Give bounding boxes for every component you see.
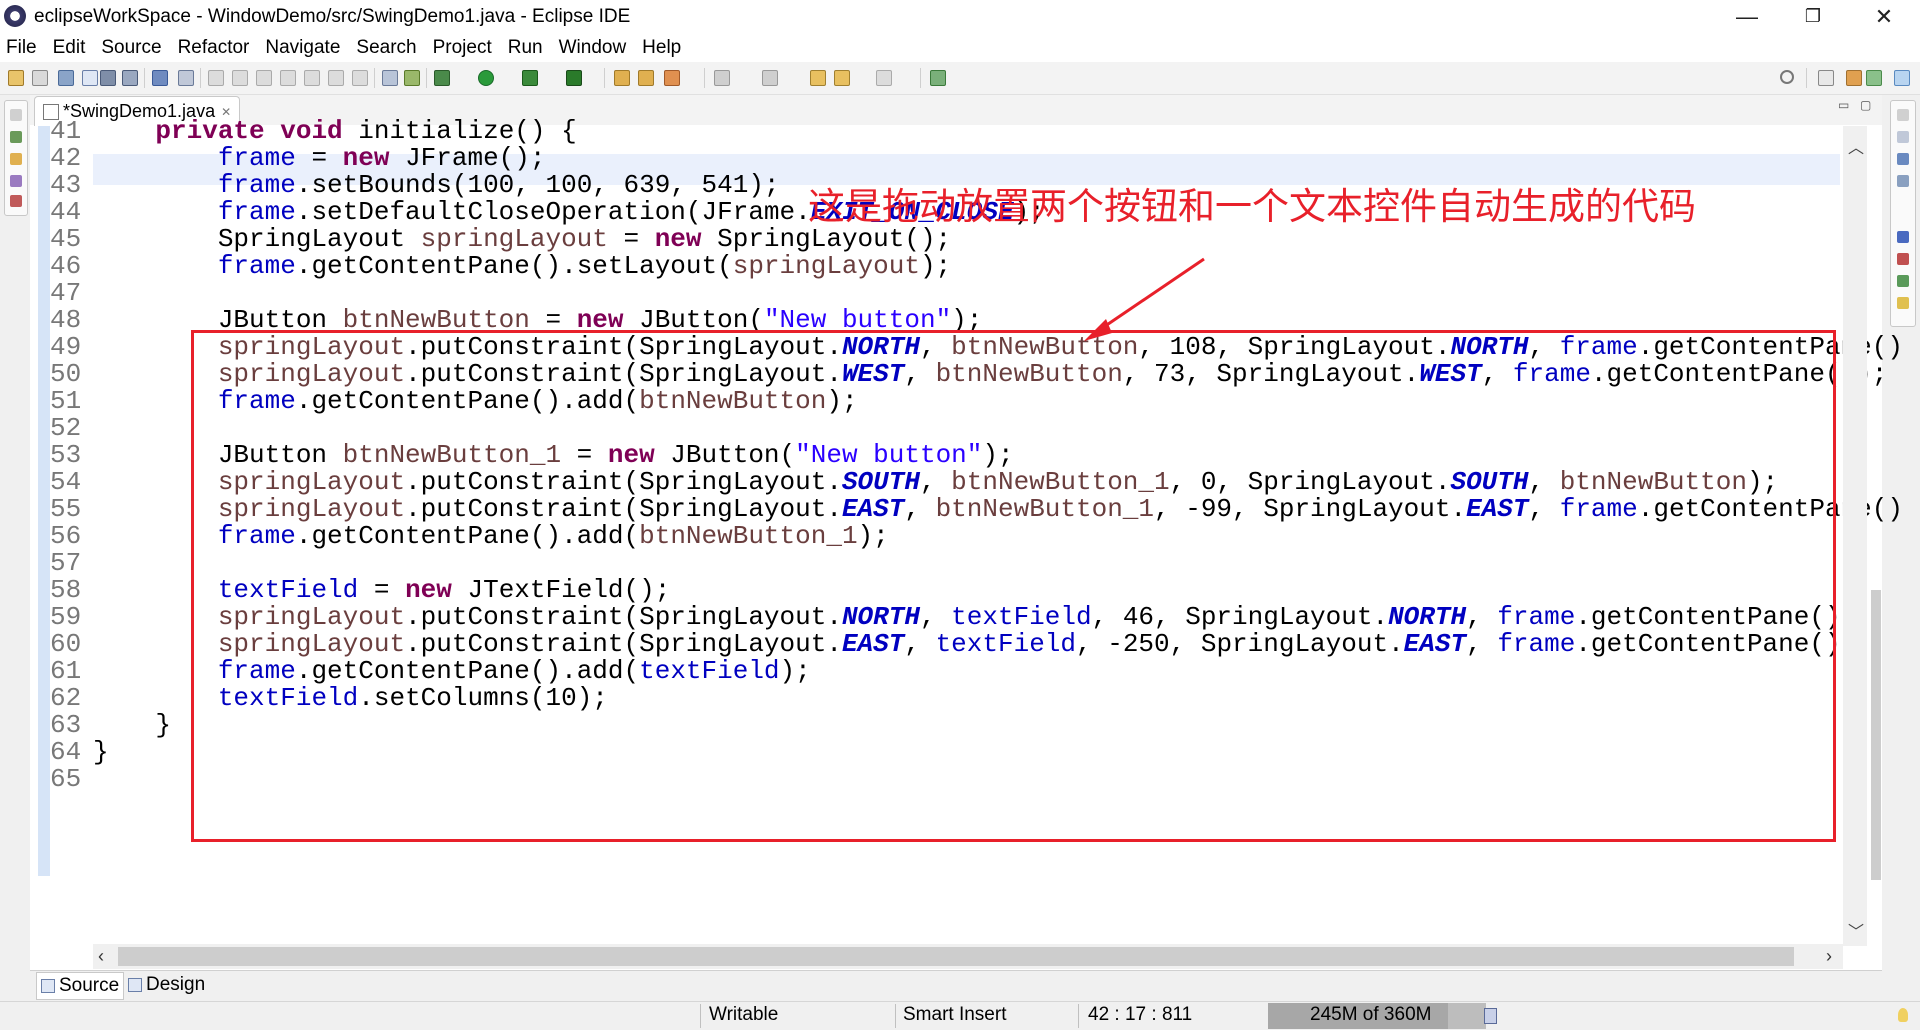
tab-source-label: Source	[59, 975, 120, 996]
new-java-icon[interactable]	[404, 70, 420, 86]
annotation-arrow	[1084, 257, 1205, 341]
window-title: eclipseWorkSpace - WindowDemo/src/SwingD…	[34, 6, 631, 27]
forward-icon[interactable]	[876, 70, 892, 86]
step-over-icon[interactable]	[328, 70, 344, 86]
type-hierarchy-icon[interactable]	[10, 175, 22, 187]
horizontal-scroll-thumb[interactable]	[118, 947, 1794, 966]
save-icon[interactable]	[100, 70, 116, 86]
scroll-up-icon[interactable]: ︿	[1848, 134, 1864, 158]
prev-annotation-icon[interactable]	[762, 70, 778, 86]
new-package-icon[interactable]	[614, 70, 630, 86]
variables-view-icon[interactable]	[1897, 131, 1909, 143]
new-dropdown-icon[interactable]	[32, 70, 48, 86]
menu-edit[interactable]: Edit	[45, 37, 94, 59]
debug-icon[interactable]	[434, 70, 450, 86]
minimized-views-right	[1890, 100, 1916, 327]
run-icon[interactable]	[478, 70, 494, 86]
restore-right-view-icon[interactable]	[1897, 109, 1909, 121]
properties-view-icon[interactable]	[1897, 175, 1909, 187]
minimized-views-left	[4, 100, 28, 216]
tab-design[interactable]: Design	[124, 972, 209, 998]
menu-navigate[interactable]: Navigate	[257, 37, 348, 59]
tab-design-label: Design	[146, 974, 206, 995]
scroll-right-icon[interactable]: ›	[1826, 946, 1832, 967]
menu-source[interactable]: Source	[93, 37, 169, 59]
highlight-box	[191, 330, 1836, 842]
search-tool-icon[interactable]	[664, 70, 680, 86]
menu-file[interactable]: File	[0, 37, 45, 59]
vertical-scrollbar[interactable]	[1843, 126, 1867, 946]
new-icon[interactable]	[8, 70, 24, 86]
terminal-icon[interactable]	[152, 70, 168, 86]
change-ruler	[38, 126, 50, 876]
problems-view-icon[interactable]	[1897, 253, 1909, 265]
outline-view-icon[interactable]	[1897, 153, 1909, 165]
search-icon[interactable]	[1780, 70, 1794, 84]
scroll-left-icon[interactable]: ‹	[98, 946, 104, 967]
eclipse-logo-icon	[4, 5, 26, 27]
menu-window[interactable]: Window	[551, 37, 635, 59]
restore-view-icon[interactable]	[10, 109, 22, 121]
palette-icon[interactable]	[10, 195, 22, 207]
garbage-collect-icon[interactable]	[1484, 1008, 1497, 1024]
restore-button[interactable]: ❐	[1784, 0, 1842, 33]
open-folder-icon[interactable]	[638, 70, 654, 86]
disconnect-icon[interactable]	[280, 70, 296, 86]
last-edit-icon[interactable]	[810, 70, 826, 86]
minimize-editor-icon[interactable]: ▭	[1838, 98, 1849, 112]
tasks-view-icon[interactable]	[1897, 275, 1909, 287]
javadoc-view-icon[interactable]	[1897, 297, 1909, 309]
back-icon[interactable]	[834, 70, 850, 86]
code-line[interactable]: frame.getContentPane().setLayout(springL…	[93, 250, 951, 283]
suspend-icon[interactable]	[232, 70, 248, 86]
menu-run[interactable]: Run	[500, 37, 551, 59]
project-explorer-icon[interactable]	[10, 153, 22, 165]
skip-breakpoints-icon[interactable]	[178, 70, 194, 86]
code-line[interactable]: }	[93, 736, 109, 769]
step-into-icon[interactable]	[304, 70, 320, 86]
java-perspective-icon[interactable]	[1846, 70, 1862, 86]
save-all-icon[interactable]	[122, 70, 138, 86]
console-view-icon[interactable]	[1897, 231, 1909, 243]
resume-icon[interactable]	[208, 70, 224, 86]
menu-bar: File Edit Source Refactor Navigate Searc…	[0, 33, 1920, 62]
tip-lightbulb-icon[interactable]	[1898, 1008, 1908, 1022]
step-return-icon[interactable]	[352, 70, 368, 86]
menu-refactor[interactable]: Refactor	[170, 37, 258, 59]
line-number: 65	[50, 764, 82, 794]
status-writable: Writable	[709, 1004, 779, 1025]
vertical-scroll-thumb[interactable]	[1871, 590, 1881, 880]
tab-source[interactable]: Source	[36, 972, 125, 1000]
coverage-icon[interactable]	[522, 70, 538, 86]
minimize-button[interactable]: —	[1718, 0, 1776, 33]
external-tools-icon[interactable]	[566, 70, 582, 86]
maximize-editor-icon[interactable]: ▢	[1860, 98, 1871, 112]
annotation-text: 这是拖动放置两个按钮和一个文本控件自动生成的代码	[808, 185, 1696, 228]
status-insert-mode: Smart Insert	[903, 1004, 1007, 1025]
pin-editor-icon[interactable]	[930, 70, 946, 86]
close-button[interactable]: ✕	[1855, 0, 1913, 33]
next-annotation-icon[interactable]	[714, 70, 730, 86]
main-toolbar	[0, 62, 1920, 95]
heap-status-label: 245M of 360M	[1310, 1004, 1432, 1025]
title-bar: eclipseWorkSpace - WindowDemo/src/SwingD…	[0, 0, 1920, 33]
format-icon[interactable]	[382, 70, 398, 86]
open-type-icon[interactable]	[58, 70, 74, 86]
editor-mode-tabs	[30, 970, 1882, 1001]
git-perspective-icon[interactable]	[1894, 70, 1910, 86]
left-trim-bar	[0, 95, 30, 1030]
menu-help[interactable]: Help	[634, 37, 689, 59]
debug-perspective-icon[interactable]	[1866, 70, 1882, 86]
menu-search[interactable]: Search	[348, 37, 424, 59]
source-icon	[41, 979, 55, 993]
open-perspective-icon[interactable]	[1818, 70, 1834, 86]
design-icon	[128, 978, 142, 992]
dropdown-arrow-icon[interactable]	[82, 70, 98, 86]
status-cursor-position: 42 : 17 : 811	[1088, 1004, 1193, 1025]
terminate-icon[interactable]	[256, 70, 272, 86]
package-explorer-icon[interactable]	[10, 131, 22, 143]
scroll-down-icon[interactable]: ﹀	[1848, 918, 1864, 942]
menu-project[interactable]: Project	[425, 37, 500, 59]
